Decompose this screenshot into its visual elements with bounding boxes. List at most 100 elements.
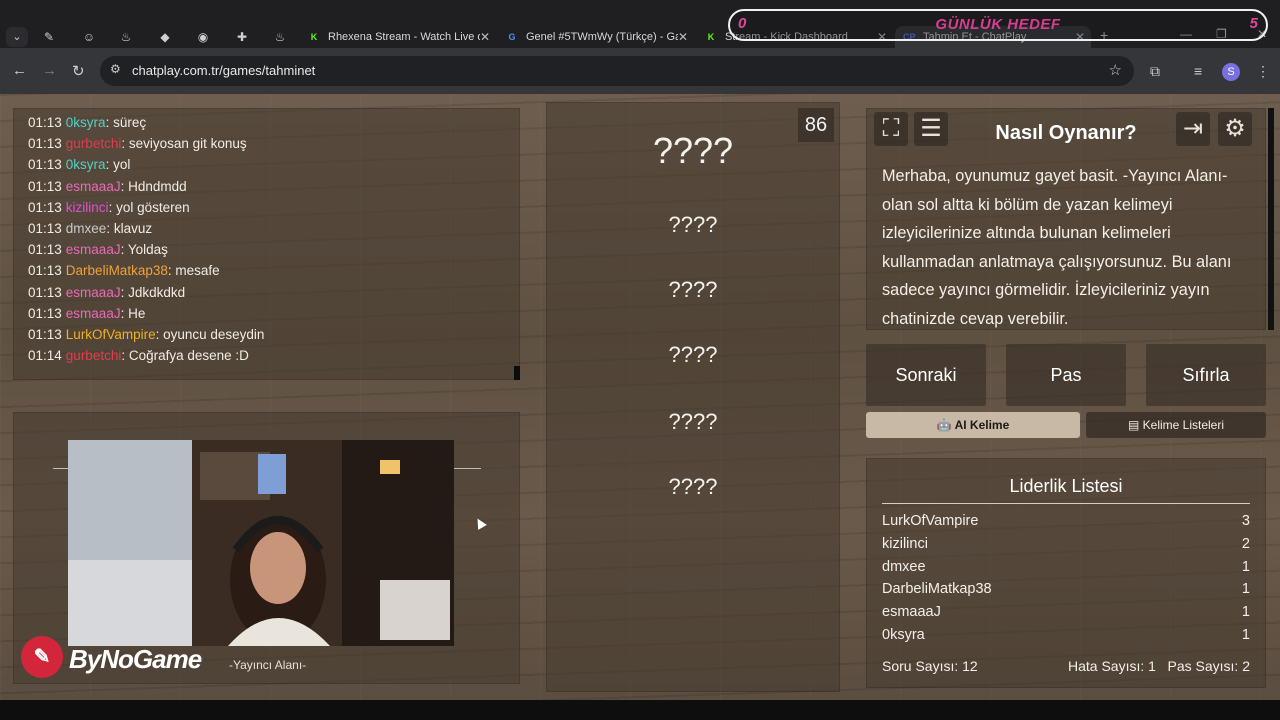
- page-viewport: 01:13 0ksyra: süreç 01:13 gurbetchi: seviyo…: [0, 94, 1280, 700]
- chat-panel: 01:13 0ksyra: süreç 01:13 gurbetchi: seviyo…: [13, 108, 520, 380]
- chat-timestamp: 01:13: [28, 242, 62, 258]
- leaderboard-row: 0ksyra 1: [882, 624, 1250, 646]
- pinned-tab-3-icon[interactable]: ◆: [150, 27, 180, 47]
- chat-text: oyuncu deseydin: [163, 326, 265, 342]
- chat-separator: :: [120, 178, 129, 194]
- pinned-tab-steam-icon[interactable]: ♨: [111, 27, 141, 47]
- word-lists-button[interactable]: ▤ Kelime Listeleri: [1086, 412, 1266, 438]
- error-count: Hata Sayısı: 1: [1068, 658, 1156, 674]
- chat-timestamp: 01:13: [28, 326, 62, 342]
- chat-username[interactable]: esmaaaJ: [66, 285, 121, 300]
- ai-word-button[interactable]: 🤖 AI Kelime: [866, 412, 1080, 438]
- ai-word-label: AI Kelime: [954, 418, 1010, 432]
- url-text[interactable]: chatplay.com.tr/games/tahminet: [132, 63, 315, 78]
- chat-username[interactable]: esmaaaJ: [66, 179, 121, 194]
- tab-title: Genel #5TWmWy (Türkçe) - Ga: [526, 31, 678, 43]
- chat-username[interactable]: DarbeliMatkap38: [66, 263, 168, 278]
- chat-separator: :: [121, 348, 129, 364]
- chat-message: 01:13 0ksyra: yol: [28, 154, 505, 175]
- leaderboard-score: 1: [1241, 581, 1250, 598]
- pinned-tab-5-icon[interactable]: ✚: [227, 27, 257, 47]
- tab-rhexena-stream[interactable]: K Rhexena Stream - Watch Live o ✕: [300, 26, 496, 48]
- list-icon: ▤: [1127, 418, 1140, 432]
- chat-username[interactable]: gurbetchi: [66, 136, 122, 151]
- chat-separator: :: [155, 326, 164, 342]
- exit-icon[interactable]: ⇥: [1176, 112, 1210, 146]
- pinned-tab-steam2-icon[interactable]: ♨: [265, 27, 295, 47]
- tab-discord-general[interactable]: G Genel #5TWmWy (Türkçe) - Ga ✕: [498, 26, 694, 48]
- close-icon[interactable]: ✕: [480, 26, 490, 48]
- kick-favicon-icon: K: [707, 32, 715, 42]
- daily-goal-bar: 0 GÜNLÜK HEDEF 5: [728, 9, 1268, 41]
- chat-message: 01:13 esmaaaJ: Yoldaş: [28, 239, 505, 260]
- daily-goal-target: 5: [1249, 15, 1258, 32]
- chat-text: mesafe: [175, 263, 220, 279]
- pinned-tab-4-icon[interactable]: ◉: [188, 27, 218, 47]
- leaderboard-score: 1: [1241, 627, 1250, 643]
- site-info-icon[interactable]: ⚙: [110, 62, 121, 76]
- chat-timestamp: 01:13: [28, 263, 62, 279]
- leaderboard-score: 2: [1241, 535, 1250, 552]
- bookmark-star-icon[interactable]: ☆: [1109, 61, 1122, 79]
- close-icon[interactable]: ✕: [678, 26, 688, 48]
- chat-text: seviyosan git konuş: [128, 136, 247, 152]
- how-to-play-scrollbar[interactable]: [1268, 108, 1274, 330]
- address-bar[interactable]: ⚙ chatplay.com.tr/games/tahminet ☆: [100, 56, 1134, 86]
- browser-tab-bar: ⌄ ✎ ☺ ♨ ◆ ◉ ✚ ♨ K Rhexena Stream - Watch…: [0, 0, 1280, 48]
- chat-separator: :: [106, 220, 114, 236]
- chat-username[interactable]: 0ksyra: [66, 115, 106, 130]
- pinned-tab-1-icon[interactable]: ✎: [34, 27, 64, 47]
- reset-button[interactable]: Sıfırla: [1146, 344, 1266, 406]
- leaderboard-score: 1: [1241, 604, 1250, 621]
- settings-gear-icon[interactable]: ⚙: [1218, 112, 1252, 146]
- chat-username[interactable]: esmaaaJ: [66, 242, 121, 257]
- word-list-panel: 86 ???? ???? ???? ???? ???? ????: [546, 102, 840, 692]
- question-count: Soru Sayısı: 12: [882, 658, 978, 674]
- chat-separator: :: [120, 284, 129, 300]
- chat-scrollbar[interactable]: [514, 366, 520, 380]
- forward-icon[interactable]: →: [42, 62, 57, 79]
- pass-count: Pas Sayısı: 2: [1167, 658, 1250, 674]
- leaderboard-row: dmxee 1: [882, 556, 1250, 578]
- how-to-play-text: Merhaba, oyunumuz gayet basit. -Yayıncı …: [882, 167, 1232, 328]
- chat-timestamp: 01:13: [28, 115, 62, 130]
- chat-username[interactable]: esmaaaJ: [66, 306, 121, 321]
- bynogame-logo-icon: ✎: [21, 636, 63, 678]
- leaderboard-name: dmxee: [882, 558, 926, 575]
- pinned-tab-2-icon[interactable]: ☺: [74, 27, 104, 47]
- how-to-play-panel: ⛶ ☰ Nasıl Oynanır? ⇥ ⚙ Merhaba, oyunumuz…: [866, 108, 1274, 330]
- chat-timestamp: 01:13: [28, 199, 62, 215]
- profile-avatar[interactable]: S: [1222, 63, 1240, 81]
- chat-timestamp: 01:13: [28, 178, 62, 194]
- leaderboard-panel: Liderlik Listesi Soru Sayısı: 12 Hata Sa…: [866, 458, 1266, 688]
- chat-username[interactable]: 0ksyra: [66, 157, 106, 172]
- chat-text: yol: [113, 157, 131, 173]
- next-button[interactable]: Sonraki: [866, 344, 986, 406]
- chat-text: süreç: [113, 115, 147, 130]
- reload-icon[interactable]: ↻: [72, 62, 85, 80]
- menu-kebab-icon[interactable]: ⋮: [1256, 63, 1270, 80]
- chat-username[interactable]: gurbetchi: [66, 348, 122, 363]
- back-icon[interactable]: ←: [12, 62, 27, 79]
- chat-timestamp: 01:13: [28, 220, 62, 236]
- chat-text: klavuz: [113, 220, 153, 236]
- chat-separator: :: [120, 305, 129, 321]
- pass-button[interactable]: Pas: [1006, 344, 1126, 406]
- daily-goal-title: GÜNLÜK HEDEF: [935, 16, 1061, 33]
- media-control-icon[interactable]: ≡: [1194, 63, 1202, 79]
- chat-username[interactable]: kizilinci: [66, 200, 109, 215]
- hidden-forbidden-word: ????: [668, 277, 718, 302]
- chat-message: 01:13 esmaaaJ: Hdndmdd: [28, 176, 505, 197]
- chat-text: He: [128, 305, 146, 321]
- leaderboard-score: 1: [1241, 558, 1250, 575]
- bottom-edge: [0, 700, 1280, 720]
- extensions-icon[interactable]: ⧉: [1150, 63, 1160, 80]
- kick-favicon-icon: K: [310, 32, 318, 42]
- chat-username[interactable]: LurkOfVampire: [66, 327, 156, 342]
- chat-message: 01:14 gurbetchi: Coğrafya desene :D: [28, 345, 505, 366]
- chat-separator: :: [108, 199, 117, 215]
- tab-search-icon[interactable]: ⌄: [6, 27, 28, 47]
- leaderboard-row: kizilinci 2: [882, 533, 1250, 555]
- browser-toolbar: ← → ↻ ⚙ chatplay.com.tr/games/tahminet ☆…: [0, 48, 1280, 94]
- chat-username[interactable]: dmxee: [66, 221, 107, 236]
